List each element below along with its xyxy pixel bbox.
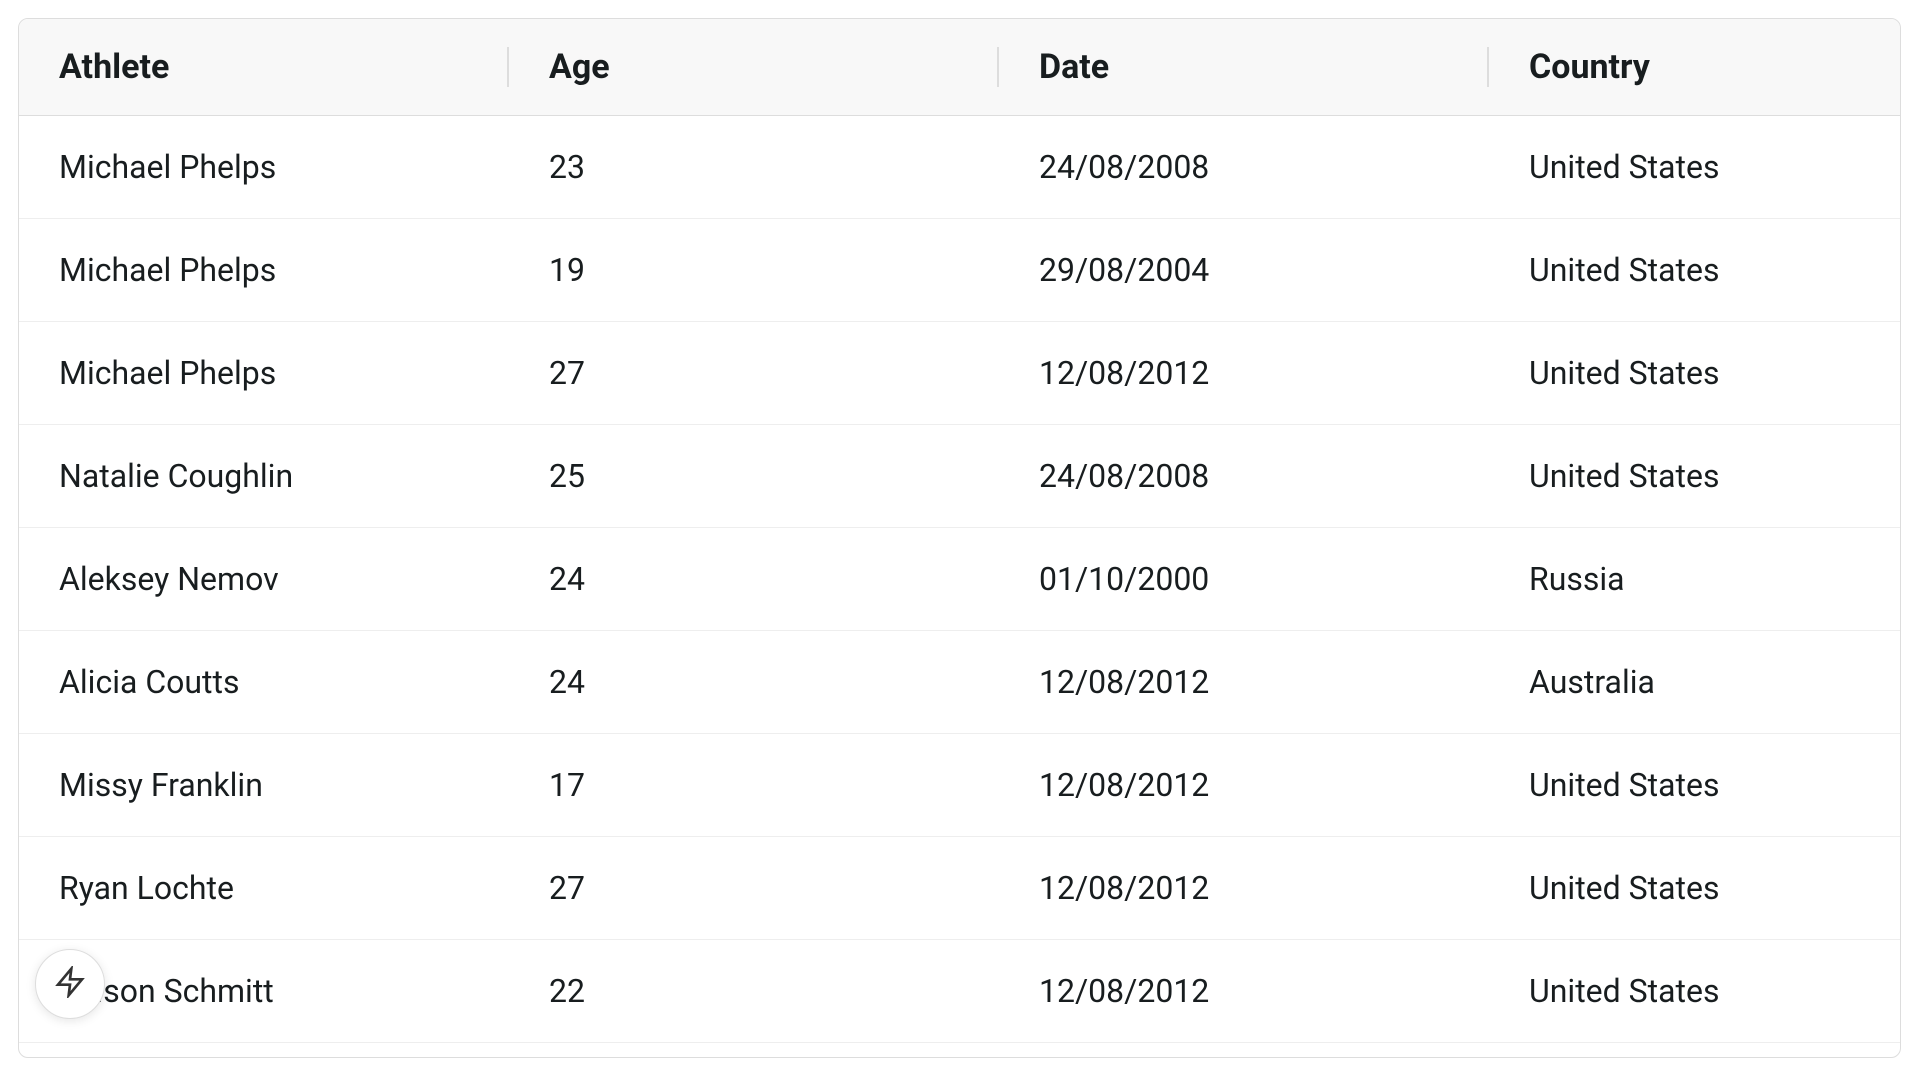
cell-age[interactable]: 19 [509, 219, 999, 321]
cell-age[interactable]: 25 [509, 425, 999, 527]
cell-date[interactable]: 24/08/2008 [999, 425, 1489, 527]
column-header-country[interactable]: Country [1489, 19, 1900, 115]
cell-age[interactable]: 27 [509, 837, 999, 939]
column-header-athlete[interactable]: Athlete [19, 19, 509, 115]
cell-athlete[interactable]: Michael Phelps [19, 116, 509, 218]
cell-date[interactable]: 12/08/2012 [999, 631, 1489, 733]
table-row[interactable]: Aleksey Nemov2401/10/2000Russia [19, 528, 1900, 631]
column-header-age[interactable]: Age [509, 19, 999, 115]
table-row[interactable]: Michael Phelps2712/08/2012United States [19, 322, 1900, 425]
lightning-icon [54, 966, 86, 1002]
cell-athlete[interactable]: Missy Franklin [19, 734, 509, 836]
cell-age[interactable]: 17 [509, 734, 999, 836]
cell-athlete[interactable]: Michael Phelps [19, 219, 509, 321]
cell-date[interactable]: 01/10/2000 [999, 528, 1489, 630]
cell-country[interactable]: United States [1489, 837, 1900, 939]
cell-athlete[interactable]: Natalie Coughlin [19, 425, 509, 527]
cell-age[interactable]: 24 [509, 631, 999, 733]
table-row[interactable]: Natalie Coughlin2524/08/2008United State… [19, 425, 1900, 528]
header-row: Athlete Age Date Country [19, 19, 1900, 116]
cell-athlete[interactable]: Michael Phelps [19, 322, 509, 424]
column-header-date[interactable]: Date [999, 19, 1489, 115]
cell-date[interactable]: 12/08/2012 [999, 322, 1489, 424]
cell-date[interactable]: 12/08/2012 [999, 734, 1489, 836]
table-row[interactable]: Allison Schmitt2212/08/2012United States [19, 940, 1900, 1043]
cell-age[interactable]: 24 [509, 528, 999, 630]
cell-athlete[interactable]: Ryan Lochte [19, 837, 509, 939]
cell-country[interactable]: United States [1489, 322, 1900, 424]
table-row[interactable]: Michael Phelps1929/08/2004United States [19, 219, 1900, 322]
cell-country[interactable]: United States [1489, 219, 1900, 321]
cell-country[interactable]: United States [1489, 425, 1900, 527]
data-grid: Athlete Age Date Country Michael Phelps2… [18, 18, 1901, 1058]
cell-age[interactable]: 22 [509, 940, 999, 1042]
cell-country[interactable]: Australia [1489, 631, 1900, 733]
table-row[interactable]: Michael Phelps2324/08/2008United States [19, 116, 1900, 219]
action-button[interactable] [35, 949, 105, 1019]
cell-athlete[interactable]: Aleksey Nemov [19, 528, 509, 630]
cell-age[interactable]: 23 [509, 116, 999, 218]
table-row[interactable]: Ryan Lochte2712/08/2012United States [19, 837, 1900, 940]
cell-athlete[interactable]: Alicia Coutts [19, 631, 509, 733]
cell-date[interactable]: 12/08/2012 [999, 837, 1489, 939]
cell-country[interactable]: United States [1489, 734, 1900, 836]
grid-body[interactable]: Michael Phelps2324/08/2008United StatesM… [19, 116, 1900, 1057]
table-row[interactable]: Missy Franklin1712/08/2012United States [19, 734, 1900, 837]
cell-date[interactable]: 24/08/2008 [999, 116, 1489, 218]
table-row[interactable]: Alicia Coutts2412/08/2012Australia [19, 631, 1900, 734]
cell-date[interactable]: 29/08/2004 [999, 219, 1489, 321]
cell-country[interactable]: United States [1489, 940, 1900, 1042]
cell-age[interactable]: 27 [509, 322, 999, 424]
cell-country[interactable]: United States [1489, 116, 1900, 218]
cell-date[interactable]: 12/08/2012 [999, 940, 1489, 1042]
cell-country[interactable]: Russia [1489, 528, 1900, 630]
